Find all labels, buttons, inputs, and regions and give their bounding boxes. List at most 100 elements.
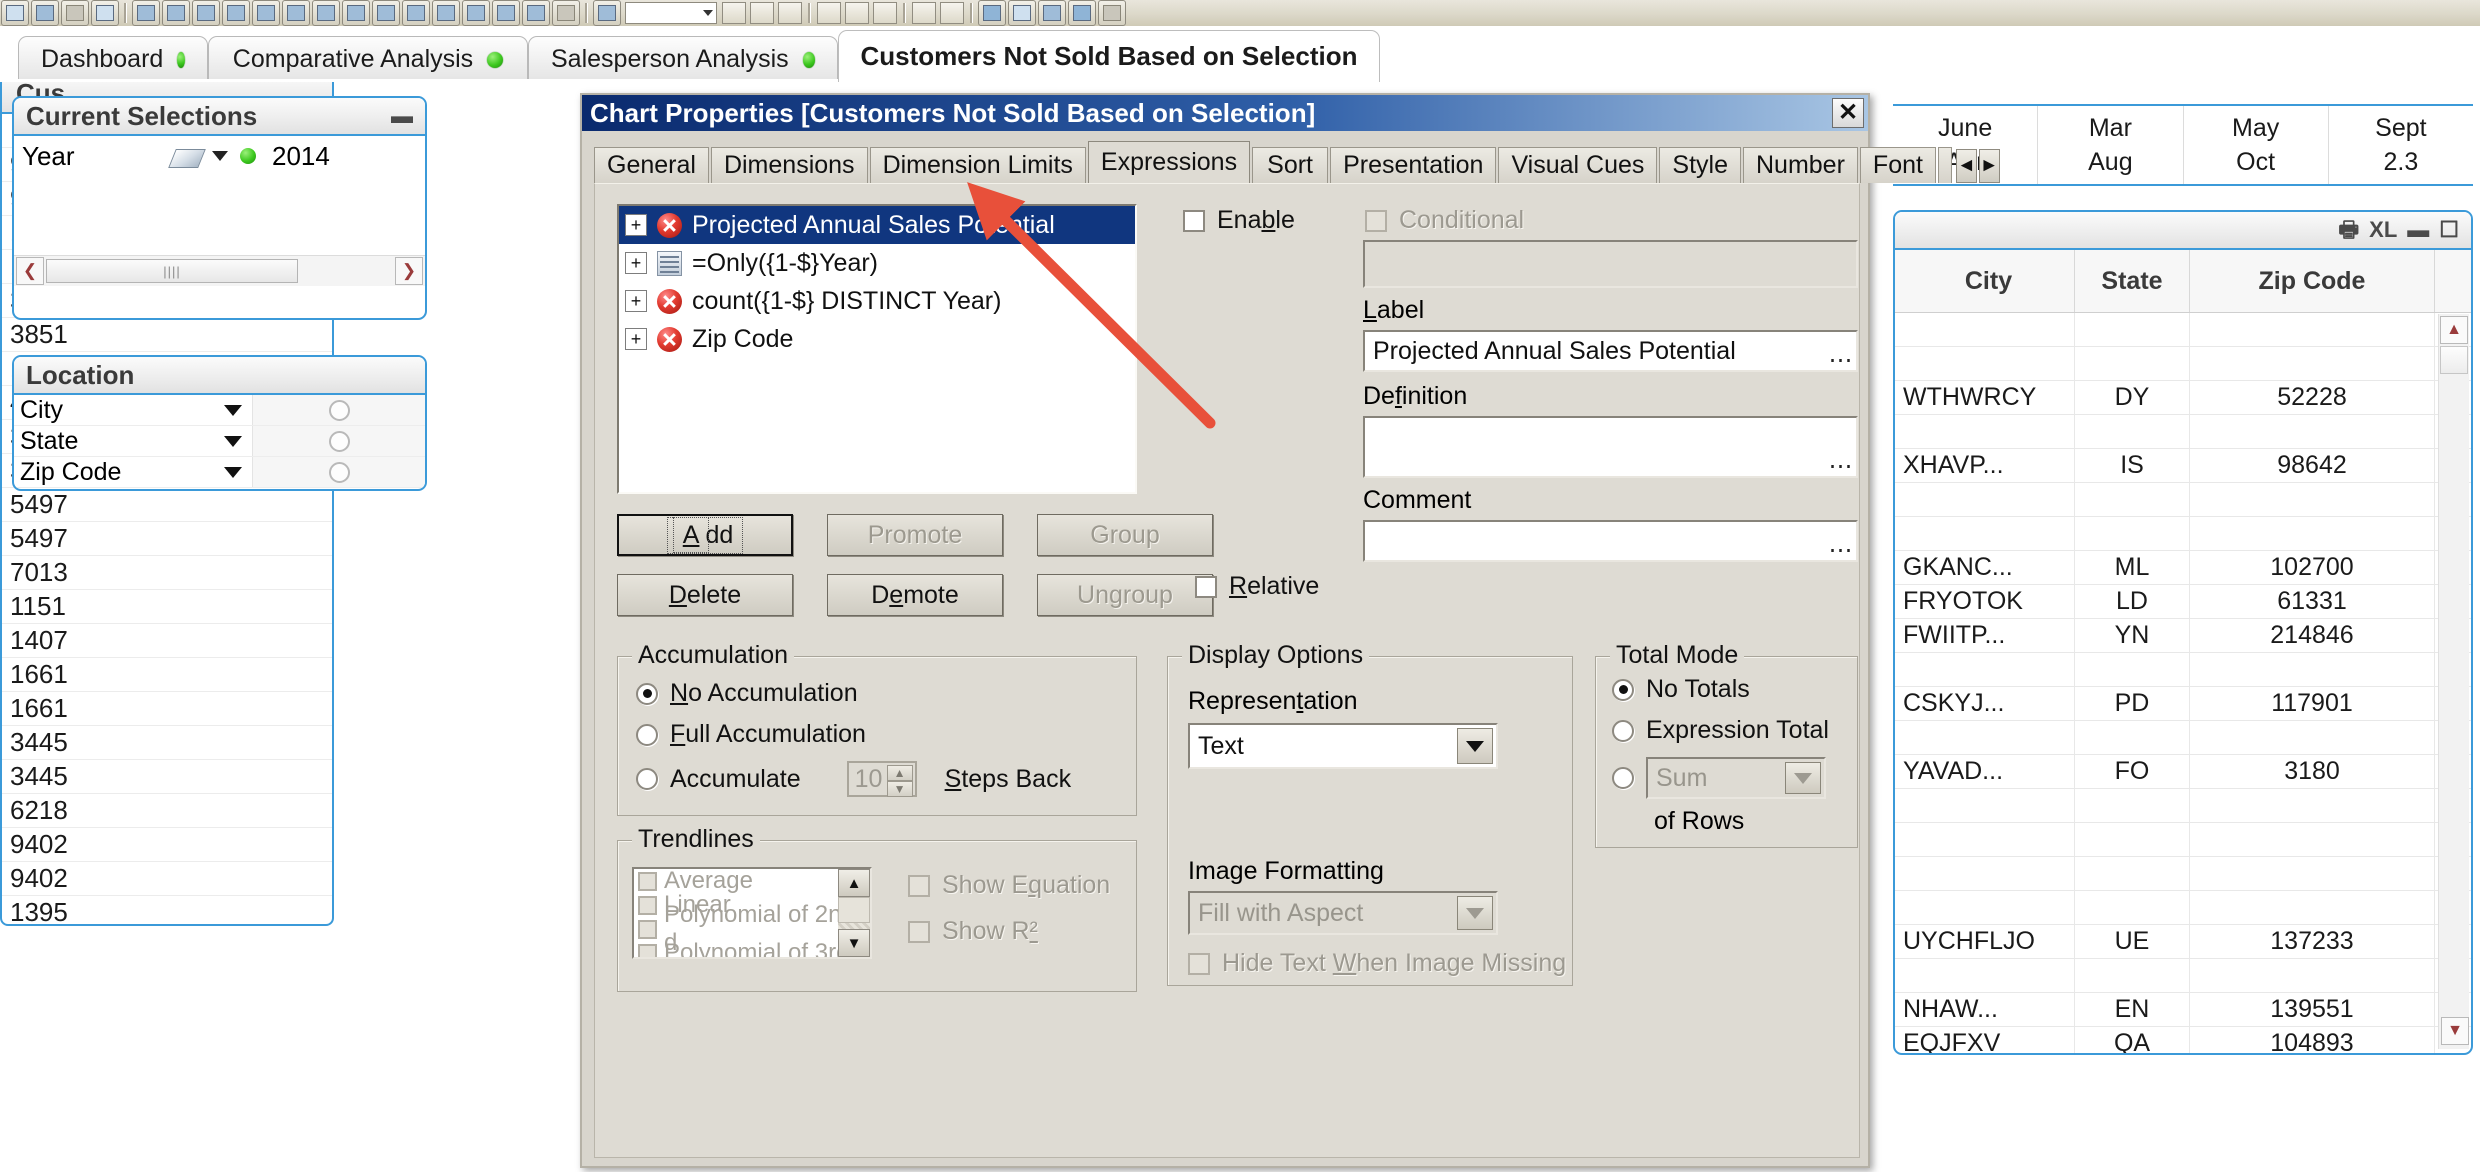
- cell-city[interactable]: UYCHFLJO: [1895, 925, 2075, 958]
- sheet-tab-dashboard[interactable]: Dashboard: [18, 36, 208, 82]
- cell-zip-code[interactable]: 137233: [2190, 925, 2435, 958]
- cell-zip-code[interactable]: 139551: [2190, 993, 2435, 1026]
- new-document-button[interactable]: [1, 0, 29, 26]
- trendline-checkbox[interactable]: [638, 895, 657, 915]
- cell-state[interactable]: PD: [2075, 687, 2190, 720]
- chevron-down-icon[interactable]: [224, 466, 242, 478]
- chart-properties-dialog[interactable]: Chart Properties [Customers Not Sold Bas…: [580, 93, 2000, 1168]
- definition-input[interactable]: ⋯: [1363, 416, 1858, 479]
- cell-state[interactable]: UE: [2075, 925, 2190, 958]
- chevron-down-icon[interactable]: [224, 435, 242, 447]
- cell-city[interactable]: [1895, 789, 2075, 822]
- cell-zip-code[interactable]: 3180: [2190, 755, 2435, 788]
- dialog-tab-bar[interactable]: General Dimensions Dimension Limits Expr…: [594, 141, 2000, 183]
- cell-city[interactable]: [1895, 415, 2075, 448]
- trendlines-list[interactable]: Average Linear Polynomial of 2nd d Polyn…: [632, 867, 872, 959]
- image-formatting-select[interactable]: Fill with Aspect: [1188, 891, 1498, 935]
- dialog-title-bar[interactable]: Chart Properties [Customers Not Sold Bas…: [582, 95, 1868, 131]
- scrollbar-thumb[interactable]: [838, 897, 870, 923]
- list-item[interactable]: 5497: [2, 522, 332, 556]
- cell-zip-code[interactable]: 104893: [2190, 1027, 2435, 1053]
- toolbar-group-format[interactable]: [592, 0, 1127, 26]
- cell-state[interactable]: [2075, 415, 2190, 448]
- text-color-icon[interactable]: [978, 0, 1006, 26]
- cell-zip-code[interactable]: [2190, 517, 2435, 550]
- maximize-icon[interactable]: ☐: [2439, 219, 2459, 241]
- cell-state[interactable]: [2075, 959, 2190, 992]
- chevron-down-icon[interactable]: [1457, 728, 1493, 764]
- current-selections-panel[interactable]: Current Selections ▬ Year 2014 ❮ |||| ❯: [12, 96, 427, 320]
- cell-city[interactable]: [1895, 517, 2075, 550]
- cell-zip-code[interactable]: [2190, 721, 2435, 754]
- tab-expressions[interactable]: Expressions: [1087, 141, 1251, 183]
- show-r2-checkbox[interactable]: [908, 920, 930, 943]
- ungroup-button[interactable]: Ungroup: [1037, 574, 1213, 616]
- trendline-checkbox[interactable]: [638, 871, 657, 891]
- tab-general[interactable]: General: [594, 147, 709, 183]
- column-header-state[interactable]: State: [2075, 250, 2190, 312]
- indent-increase-icon[interactable]: [940, 2, 964, 24]
- no-totals-radio[interactable]: [1612, 678, 1634, 701]
- print-button[interactable]: [91, 0, 119, 26]
- table-row[interactable]: WTHWRCY DY 52228: [1895, 381, 2471, 415]
- minimize-icon[interactable]: ▬: [2407, 219, 2429, 241]
- accumulate-radio[interactable]: [636, 768, 658, 790]
- list-item[interactable]: 3851: [2, 318, 332, 352]
- bar-chart-button[interactable]: [252, 0, 280, 26]
- sheet-tab-comparative-analysis[interactable]: Comparative Analysis: [208, 36, 528, 82]
- table-row[interactable]: [1895, 959, 2471, 993]
- no-accumulation-radio-row[interactable]: No Accumulation: [636, 679, 1136, 708]
- current-selections-scrollbar[interactable]: ❮ |||| ❯: [14, 255, 425, 286]
- toolbar-group-objects[interactable]: [131, 0, 581, 26]
- cell-city[interactable]: [1895, 347, 2075, 380]
- cell-state[interactable]: LD: [2075, 585, 2190, 618]
- tab-scroll-left-icon[interactable]: ◄: [1955, 149, 1977, 183]
- cell-city[interactable]: FWIITP...: [1895, 619, 2075, 652]
- customers-table-panel[interactable]: 🖶 XL ▬ ☐ City State Zip Code WTHWRCY DY 52…: [1893, 210, 2473, 1055]
- brush-icon-button[interactable]: [593, 0, 621, 26]
- cell-state[interactable]: [2075, 653, 2190, 686]
- list-item[interactable]: 1395: [2, 896, 332, 924]
- definition-expression-editor-button[interactable]: ⋯: [1828, 452, 1854, 479]
- table-row[interactable]: [1895, 653, 2471, 687]
- list-item[interactable]: 3445: [2, 760, 332, 794]
- expand-icon[interactable]: +: [625, 252, 647, 274]
- cell-city[interactable]: CSKYJ...: [1895, 687, 2075, 720]
- expression-list-item[interactable]: + Zip Code: [619, 320, 1135, 358]
- expression-list[interactable]: + Projected Annual Sales Potential + =On…: [617, 204, 1137, 494]
- search-object-button[interactable]: [492, 0, 520, 26]
- export-to-excel-icon[interactable]: XL: [2369, 219, 2397, 241]
- cell-state[interactable]: ML: [2075, 551, 2190, 584]
- stepper-up-icon[interactable]: ▲: [886, 765, 913, 781]
- location-panel[interactable]: Location City State Zip Code: [12, 355, 427, 491]
- cell-zip-code[interactable]: [2190, 483, 2435, 516]
- expand-icon[interactable]: +: [625, 328, 647, 350]
- chevron-down-icon[interactable]: [1785, 762, 1821, 794]
- align-left-icon[interactable]: [817, 2, 841, 24]
- full-accumulation-radio-row[interactable]: Full Accumulation: [636, 720, 1136, 749]
- location-value-cell[interactable]: [252, 457, 425, 487]
- column-header-city[interactable]: City: [1895, 250, 2075, 312]
- cell-city[interactable]: EQJFXV: [1895, 1027, 2075, 1053]
- cell-state[interactable]: EN: [2075, 993, 2190, 1026]
- table-row[interactable]: [1895, 891, 2471, 925]
- cell-zip-code[interactable]: 61331: [2190, 585, 2435, 618]
- chevron-down-icon[interactable]: [212, 151, 228, 161]
- tab-visual-cues[interactable]: Visual Cues: [1498, 147, 1658, 183]
- demote-button[interactable]: Demote: [827, 574, 1003, 616]
- location-row-state[interactable]: State: [14, 426, 425, 457]
- show-equation-row[interactable]: Show Equation: [908, 871, 1110, 900]
- table-row[interactable]: EQJFXV QA 104893: [1895, 1027, 2471, 1053]
- cell-state[interactable]: [2075, 517, 2190, 550]
- main-toolbar[interactable]: [0, 0, 2480, 27]
- table-row[interactable]: [1895, 347, 2471, 381]
- cell-zip-code[interactable]: 52228: [2190, 381, 2435, 414]
- slider-button[interactable]: [282, 0, 310, 26]
- cell-zip-code[interactable]: 117901: [2190, 687, 2435, 720]
- location-value-cell[interactable]: [252, 395, 425, 425]
- aggregation-radio-row[interactable]: Sum: [1612, 757, 1857, 799]
- scroll-down-icon[interactable]: ▼: [838, 929, 870, 957]
- cell-city[interactable]: [1895, 857, 2075, 890]
- text-object-button[interactable]: [372, 0, 400, 26]
- table-row[interactable]: CSKYJ... PD 117901: [1895, 687, 2471, 721]
